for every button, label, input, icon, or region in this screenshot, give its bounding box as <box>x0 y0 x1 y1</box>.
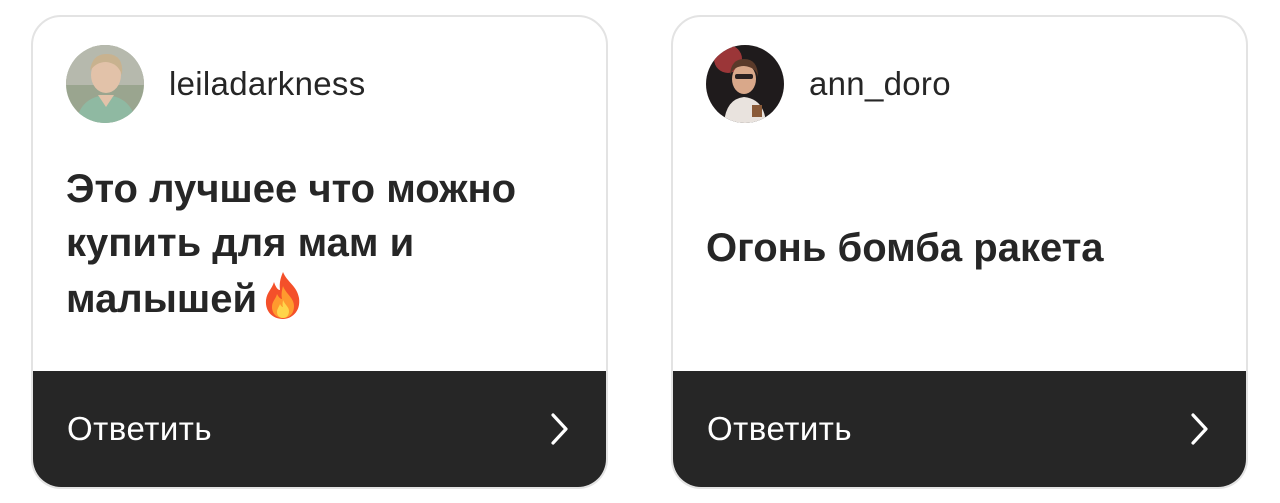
message-area: Огонь бомба ракета <box>706 125 1226 371</box>
comment-text: Огонь бомба ракета <box>706 226 1104 270</box>
avatar[interactable] <box>66 45 144 123</box>
comments-stage: leiladarkness Это лучшее что можно купит… <box>0 0 1280 503</box>
card-header: leiladarkness <box>66 45 366 123</box>
avatar-image <box>706 45 784 123</box>
message-area: Это лучшее что можно купить для мам и ма… <box>66 125 586 371</box>
reply-label: Ответить <box>707 410 853 447</box>
avatar[interactable] <box>706 45 784 123</box>
comment-card: leiladarkness Это лучшее что можно купит… <box>31 15 608 489</box>
chevron-right-icon <box>1191 413 1208 445</box>
chevron-right-icon <box>551 413 568 445</box>
avatar-image <box>66 45 144 123</box>
fire-emoji-icon <box>263 270 303 334</box>
username[interactable]: ann_doro <box>809 65 951 103</box>
card-header: ann_doro <box>706 45 951 123</box>
comment-card: ann_doro Огонь бомба ракета Ответить <box>671 15 1248 489</box>
reply-button[interactable]: Ответить <box>33 371 606 487</box>
comment-text: Это лучшее что можно купить для мам и ма… <box>66 162 586 334</box>
reply-label: Ответить <box>67 410 213 447</box>
reply-button[interactable]: Ответить <box>673 371 1246 487</box>
username[interactable]: leiladarkness <box>169 65 366 103</box>
